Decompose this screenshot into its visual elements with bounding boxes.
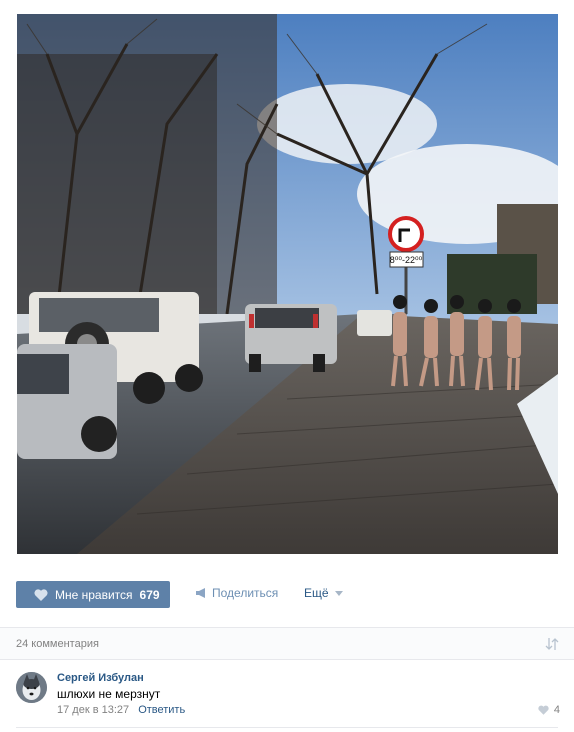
comment-text: шлюхи не мерзнут [57,687,161,701]
comment-like-button[interactable]: 4 [538,704,560,716]
street-scene-image: 8⁰⁰-22⁰⁰ [17,14,558,554]
like-button[interactable]: Мне нравится 679 [16,581,170,608]
comments-count: 24 комментария [16,638,99,650]
heart-icon [34,588,48,601]
comments-header: 24 комментария [0,627,574,660]
share-label: Поделиться [212,586,279,600]
divider [16,727,558,728]
avatar[interactable] [16,672,47,703]
like-label: Мне нравится [55,587,133,602]
post-actions-bar: Мне нравится 679 Поделиться Ещё [0,578,574,610]
megaphone-icon [196,588,205,598]
share-button[interactable]: Поделиться [195,586,278,600]
heart-icon [538,705,549,715]
husky-avatar-image [16,672,47,703]
comment-meta: 17 дек в 13:27 Ответить [57,704,185,716]
svg-text:8⁰⁰-22⁰⁰: 8⁰⁰-22⁰⁰ [390,255,423,265]
comment-item: Сергей Избулан шлюхи не мерзнут 17 дек в… [0,660,574,728]
comment-like-count: 4 [553,704,560,716]
reply-link[interactable]: Ответить [138,704,185,716]
comment-author[interactable]: Сергей Избулан [57,672,144,684]
more-button[interactable]: Ещё [304,586,343,600]
comment-date[interactable]: 17 дек в 13:27 [57,704,129,716]
post-photo[interactable]: 8⁰⁰-22⁰⁰ [17,14,558,554]
sort-icon[interactable] [545,637,559,651]
more-label: Ещё [304,586,329,600]
chevron-down-icon [334,590,343,596]
like-count: 679 [139,587,160,602]
